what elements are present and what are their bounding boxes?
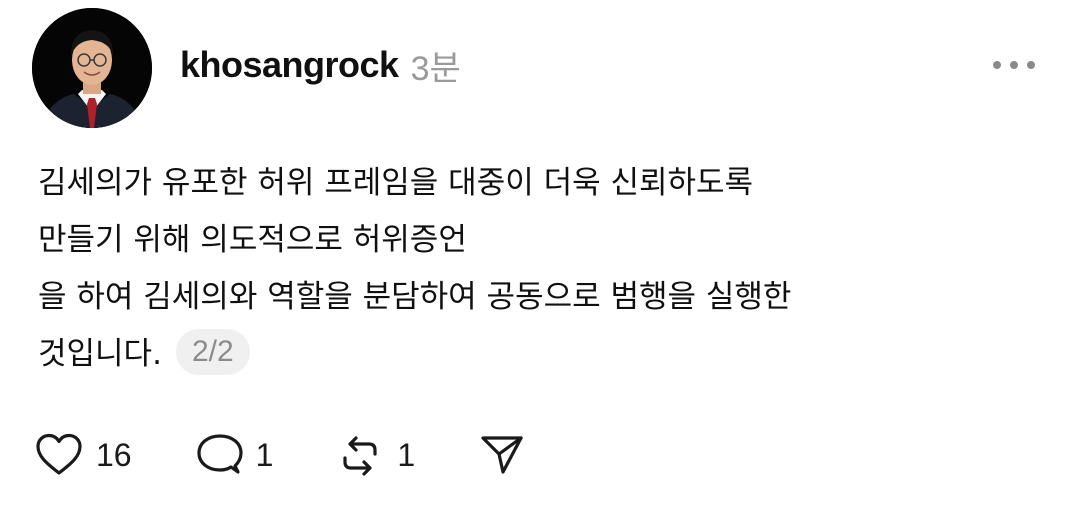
- repost-button[interactable]: 1: [335, 432, 415, 478]
- post-text-line: 것입니다.: [38, 336, 162, 372]
- share-button[interactable]: [477, 432, 527, 478]
- repost-icon: [343, 436, 377, 476]
- post-text-line: 김세의가 유포한 허위 프레임을 대중이 더욱 신뢰하도록: [38, 165, 754, 201]
- avatar[interactable]: [32, 8, 152, 128]
- comment-icon: [196, 434, 243, 474]
- reply-count: 1: [255, 436, 274, 473]
- ellipsis-icon: [993, 61, 1035, 69]
- profile-photo: [32, 8, 152, 128]
- action-bar: 16 1 1: [34, 430, 589, 480]
- post-text-line: 을 하여 김세의와 역할을 분담하여 공동으로 범행을 실행한: [38, 279, 792, 315]
- reply-button[interactable]: 1: [194, 432, 274, 478]
- like-button[interactable]: 16: [34, 432, 132, 478]
- like-count: 16: [96, 436, 132, 473]
- timestamp: 3분: [410, 49, 461, 88]
- more-options-button[interactable]: [984, 50, 1044, 80]
- post-text-last-line: 것입니다. 2/2: [38, 326, 1038, 383]
- send-icon: [481, 436, 523, 474]
- heart-icon: [36, 433, 82, 475]
- post-text-line: 만들기 위해 의도적으로 허위증언: [38, 222, 467, 258]
- page-indicator-badge: 2/2: [175, 328, 250, 375]
- post-header: khosangrock 3분: [180, 40, 461, 90]
- username[interactable]: khosangrock: [180, 44, 399, 86]
- repost-count: 1: [397, 436, 416, 473]
- thread-post: khosangrock 3분 김세의가 유포한 허위 프레임을 대중이 더욱 신…: [0, 0, 1080, 511]
- post-body: 김세의가 유포한 허위 프레임을 대중이 더욱 신뢰하도록 만들기 위해 의도적…: [38, 155, 1038, 383]
